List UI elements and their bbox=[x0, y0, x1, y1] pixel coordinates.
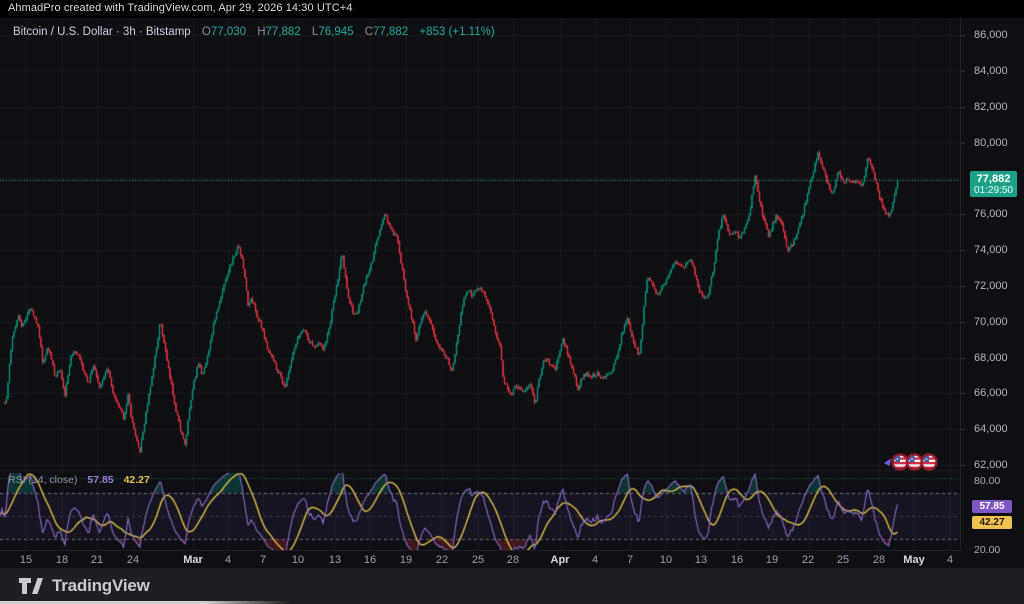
price-axis-label: 68,000 bbox=[974, 352, 1008, 364]
time-axis-tick: 10 bbox=[292, 554, 304, 566]
price-axis-label: 76,000 bbox=[974, 208, 1008, 220]
time-axis-tick: 7 bbox=[260, 554, 266, 566]
time-axis-tick: Apr bbox=[551, 554, 570, 566]
time-axis-tick: 21 bbox=[91, 554, 103, 566]
price-axis-label: 62,000 bbox=[974, 459, 1008, 471]
time-axis-tick: 13 bbox=[695, 554, 707, 566]
time-axis-tick: 15 bbox=[20, 554, 32, 566]
sticker-cursor-arrow bbox=[884, 459, 891, 467]
ohlc-low-value: 76,945 bbox=[318, 26, 353, 38]
time-axis-tick: 25 bbox=[837, 554, 849, 566]
rsi-axis-bottom: 20.00 bbox=[974, 544, 1000, 556]
time-axis-tick: 16 bbox=[364, 554, 376, 566]
price-axis-label: 72,000 bbox=[974, 280, 1008, 292]
time-axis-tick: 19 bbox=[766, 554, 778, 566]
time-axis-tick: 19 bbox=[400, 554, 412, 566]
attribution-text: AhmadPro created with TradingView.com, A… bbox=[8, 2, 353, 14]
us-flag-icon bbox=[892, 454, 908, 470]
rsi-value-axis-label: 57.85 bbox=[972, 500, 1012, 513]
time-axis-tick: 7 bbox=[627, 554, 633, 566]
ohlc-open-value: 77,030 bbox=[211, 26, 246, 38]
attribution-bar: AhmadPro created with TradingView.com, A… bbox=[0, 0, 1024, 18]
change-value: +853 (+1.11%) bbox=[419, 26, 494, 38]
time-axis[interactable]: 15 18 21 24 Mar 4 7 10 13 16 19 22 25 28 Apr 4 7 10 13 16 19… bbox=[0, 550, 960, 568]
ohlc-high-value: 77,882 bbox=[266, 26, 301, 38]
time-axis-tick: 28 bbox=[873, 554, 885, 566]
price-axis-label: 64,000 bbox=[974, 423, 1008, 435]
us-flag-icon bbox=[921, 454, 937, 470]
price-axis-label: 74,000 bbox=[974, 244, 1008, 256]
price-axis-label: 82,000 bbox=[974, 101, 1008, 113]
time-axis-tick: 16 bbox=[731, 554, 743, 566]
ohlc-close-key: C bbox=[365, 26, 373, 38]
tradingview-chart-screenshot: AhmadPro created with TradingView.com, A… bbox=[0, 0, 1024, 604]
tradingview-logo[interactable] bbox=[18, 577, 44, 595]
price-axis[interactable]: 77,882 01:29:50 80.00 20.00 57.85 42.27 … bbox=[960, 18, 1024, 550]
last-price-label: 77,882 01:29:50 bbox=[970, 171, 1017, 197]
time-axis-tick: 4 bbox=[947, 554, 953, 566]
price-axis-label: 84,000 bbox=[974, 65, 1008, 77]
us-flag-icon bbox=[907, 454, 923, 470]
time-axis-tick: May bbox=[903, 554, 924, 566]
time-axis-tick: 4 bbox=[225, 554, 231, 566]
time-axis-tick: 18 bbox=[56, 554, 68, 566]
bar-countdown: 01:29:50 bbox=[974, 185, 1013, 196]
ohlc-open-key: O bbox=[202, 26, 211, 38]
rsi-legend: RSI (14, close) 57.85 42.27 bbox=[8, 474, 150, 486]
time-axis-tick: 13 bbox=[329, 554, 341, 566]
rsi-axis-top: 80.00 bbox=[974, 475, 1000, 487]
time-axis-tick: Mar bbox=[183, 554, 203, 566]
rsi-ma-axis-label: 42.27 bbox=[972, 516, 1012, 529]
last-price-value: 77,882 bbox=[977, 173, 1011, 185]
rsi-value: 57.85 bbox=[87, 474, 113, 486]
time-axis-tick: 22 bbox=[802, 554, 814, 566]
symbol-legend: Bitcoin / U.S. Dollar · 3h · Bitstamp O7… bbox=[13, 26, 495, 38]
time-axis-tick: 4 bbox=[592, 554, 598, 566]
symbol-title[interactable]: Bitcoin / U.S. Dollar · 3h · Bitstamp bbox=[13, 26, 191, 38]
price-chart-canvas[interactable] bbox=[0, 0, 1024, 550]
time-axis-tick: 25 bbox=[472, 554, 484, 566]
price-axis-label: 86,000 bbox=[974, 29, 1008, 41]
time-axis-tick: 28 bbox=[507, 554, 519, 566]
time-axis-tick: 10 bbox=[660, 554, 672, 566]
rsi-ma-value: 42.27 bbox=[124, 474, 150, 486]
price-axis-label: 66,000 bbox=[974, 387, 1008, 399]
time-axis-tick: 22 bbox=[436, 554, 448, 566]
price-axis-label: 80,000 bbox=[974, 137, 1008, 149]
tradingview-wordmark[interactable]: TradingView bbox=[52, 576, 150, 596]
bottom-brand-bar: TradingView bbox=[0, 568, 1024, 604]
flag-sticker-icons[interactable] bbox=[883, 450, 941, 474]
rsi-legend-title[interactable]: RSI (14, close) bbox=[8, 474, 77, 486]
ohlc-high-key: H bbox=[257, 26, 265, 38]
time-axis-tick: 24 bbox=[127, 554, 139, 566]
price-axis-label: 70,000 bbox=[974, 316, 1008, 328]
ohlc-close-value: 77,882 bbox=[373, 26, 408, 38]
